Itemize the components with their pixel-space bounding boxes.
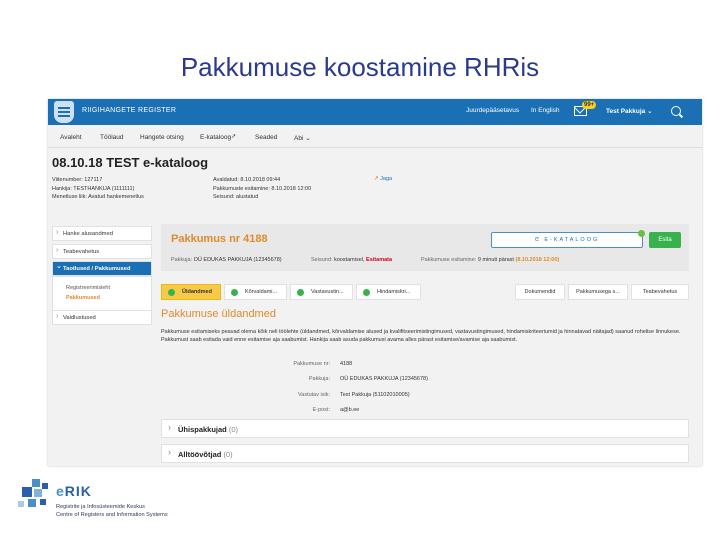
rik-wordmark: eRIK	[56, 483, 92, 499]
page-title: 08.10.18 TEST e-kataloog	[52, 155, 209, 170]
field-value-contact-person: Test Pakkuja (51102010005)	[340, 392, 410, 398]
meta-published: Avaldatud: 8.10.2018 09:44	[213, 177, 281, 183]
tab-teabevahetus[interactable]: Teabevahetus	[631, 284, 689, 300]
meta-deadline: Pakkumuste esitamine: 8.10.2018 12:00	[213, 185, 312, 192]
section-description: Pakkumuse esitamiseks peavad olema kõik …	[161, 329, 681, 343]
meta-procedure: Menetluse liik: Avatud hankemenetlus	[52, 194, 144, 200]
sidebar-item-hanke-alusandmed[interactable]: Hanke alusandmed	[52, 226, 152, 241]
submit-button[interactable]: Esita	[649, 232, 681, 248]
tab-label: Hindamiskri...	[377, 289, 411, 295]
nav-e-kataloog[interactable]: E-kataloog	[200, 134, 231, 141]
meta-left: Viitenumber: 127117 Hankija: TESTHANKIJA…	[52, 176, 144, 202]
offer-status-label: Seisund:	[311, 257, 333, 263]
e-kataloog-button[interactable]: ᕮ E-KATALOOG	[491, 230, 645, 248]
sidebar-item-teabevahetus[interactable]: Teabevahetus	[52, 244, 152, 259]
e-kataloog-icon: ᕮ	[534, 237, 545, 243]
tab-vastavus[interactable]: Vastavustin...	[290, 284, 353, 300]
accessibility-link[interactable]: Juurdepääsetavus	[466, 107, 519, 114]
mail-badge: 99+	[582, 101, 597, 109]
nav-seaded[interactable]: Seaded	[255, 134, 277, 141]
slide-title: Pakkumuse koostamine RHRis	[180, 52, 540, 82]
offer-title: Pakkumus nr 4188	[171, 233, 268, 245]
accordion-count: (0)	[228, 425, 239, 434]
check-icon	[231, 289, 238, 296]
share-label: Jaga	[380, 176, 393, 182]
rik-logo-icon	[18, 479, 52, 513]
app-screenshot: Riigihangete Register Juurdepääsetavus I…	[48, 99, 702, 466]
tab-korvaldamine[interactable]: Kõrvaldami...	[224, 284, 287, 300]
offer-deadline-date: (8.10.2018 12:00)	[515, 257, 560, 263]
sidebar-item-taotlused-pakkumused[interactable]: Taotlused / Pakkumused	[52, 261, 152, 276]
offer-bidder: Pakkuja: OÜ EDUKAS PAKKUJA (12345678)	[171, 257, 282, 263]
accordion-joint-bidders[interactable]: Ühispakkujad (0)	[161, 419, 689, 438]
accordion-label: Alltöövõtjad	[178, 450, 222, 459]
offer-deadline-label: Pakkumuse esitamine:	[421, 257, 477, 263]
accordion-label: Ühispakkujad	[178, 425, 227, 434]
share-icon: ↗	[374, 176, 379, 182]
e-kataloog-label: E-KATALOOG	[544, 237, 600, 243]
field-label: E-post:	[312, 407, 330, 413]
language-link[interactable]: In English	[531, 107, 560, 114]
nav-avaleht[interactable]: Avaleht	[60, 134, 82, 141]
tab-label: Üldandmed	[182, 289, 212, 295]
field-label: Vastutav isik:	[298, 392, 330, 398]
offer-status-flag: Esitamata	[366, 257, 393, 263]
sidebar-item-vaidlustused[interactable]: Vaidlustused	[52, 310, 152, 325]
coat-of-arms-icon	[54, 101, 74, 123]
tab-label: Kõrvaldami...	[245, 289, 278, 295]
accordion-count: (0)	[223, 450, 233, 459]
meta-reference: Viitenumber: 127117	[52, 177, 103, 183]
field-label: Pakkumuse nr:	[293, 361, 330, 367]
top-bar: Riigihangete Register Juurdepääsetavus I…	[48, 99, 702, 125]
sidebar-submenu: Registreerimisleht Pakkumused	[52, 276, 152, 314]
offer-summary: Pakkumus nr 4188 Pakkuja: OÜ EDUKAS PAKK…	[161, 224, 689, 271]
nav-abi[interactable]: Abi ⌄	[294, 134, 311, 142]
accordion-subcontractors[interactable]: Alltöövõtjad (0)	[161, 444, 689, 463]
footer-line-1: Registrite ja Infosüsteemide Keskus	[56, 504, 145, 510]
sidebar-sub-registreerimisleht[interactable]: Registreerimisleht	[66, 285, 110, 291]
field-value-bidder: OÜ EDUKAS PAKKUJA (12345678)	[340, 376, 428, 382]
tab-pakkumusega-seotud[interactable]: Pakkumusega s...	[568, 284, 628, 300]
rik-wordmark-text: RIK	[64, 483, 92, 499]
footer-line-2: Centre of Registers and Information Syst…	[56, 512, 168, 518]
offer-deadline-value: 9 minuti pärast	[477, 257, 514, 263]
meta-status: Seisund: alustatud	[213, 194, 259, 200]
main-nav: Avaleht Töölaud Hangete otsing E-kataloo…	[48, 125, 702, 148]
meta-right: Avaldatud: 8.10.2018 09:44 Pakkumuste es…	[213, 176, 311, 202]
field-label: Pakkuja:	[308, 376, 330, 382]
field-value-offer-nr: 4188	[340, 361, 353, 367]
offer-status-value: koostamisel,	[333, 257, 365, 263]
check-icon	[363, 289, 370, 296]
sidebar-sub-pakkumused[interactable]: Pakkumused	[66, 295, 100, 301]
search-icon[interactable]	[671, 106, 681, 116]
section-heading: Pakkumuse üldandmed	[161, 308, 276, 320]
meta-buyer: Hankija: TESTHANKIJA (1111111)	[52, 185, 135, 192]
nav-hangete-otsing[interactable]: Hangete otsing	[140, 134, 184, 141]
user-menu[interactable]: Test Pakkuja ⌄	[606, 107, 653, 115]
share-link[interactable]: ↗ Jaga	[374, 176, 392, 182]
offer-status: Seisund: koostamisel, Esitamata	[311, 257, 392, 263]
nav-toolaud[interactable]: Töölaud	[100, 134, 124, 141]
tab-label: Vastavustin...	[311, 289, 344, 295]
check-icon	[168, 289, 175, 296]
brand-name[interactable]: Riigihangete Register	[82, 107, 176, 114]
offer-bidder-value: OÜ EDUKAS PAKKUJA (12345678)	[193, 257, 282, 263]
offer-deadline: Pakkumuse esitamine: 9 minuti pärast (8.…	[421, 257, 559, 263]
offer-bidder-label: Pakkuja:	[171, 257, 193, 263]
tab-hindamine[interactable]: Hindamiskri...	[356, 284, 421, 300]
tab-dokumendid[interactable]: Dokumendid	[515, 284, 565, 300]
check-icon	[638, 230, 645, 237]
external-link-icon: ↗	[231, 134, 237, 140]
tab-uldandmed[interactable]: Üldandmed	[161, 284, 221, 300]
field-value-email: a@b.ee	[340, 407, 360, 413]
check-icon	[297, 289, 304, 296]
